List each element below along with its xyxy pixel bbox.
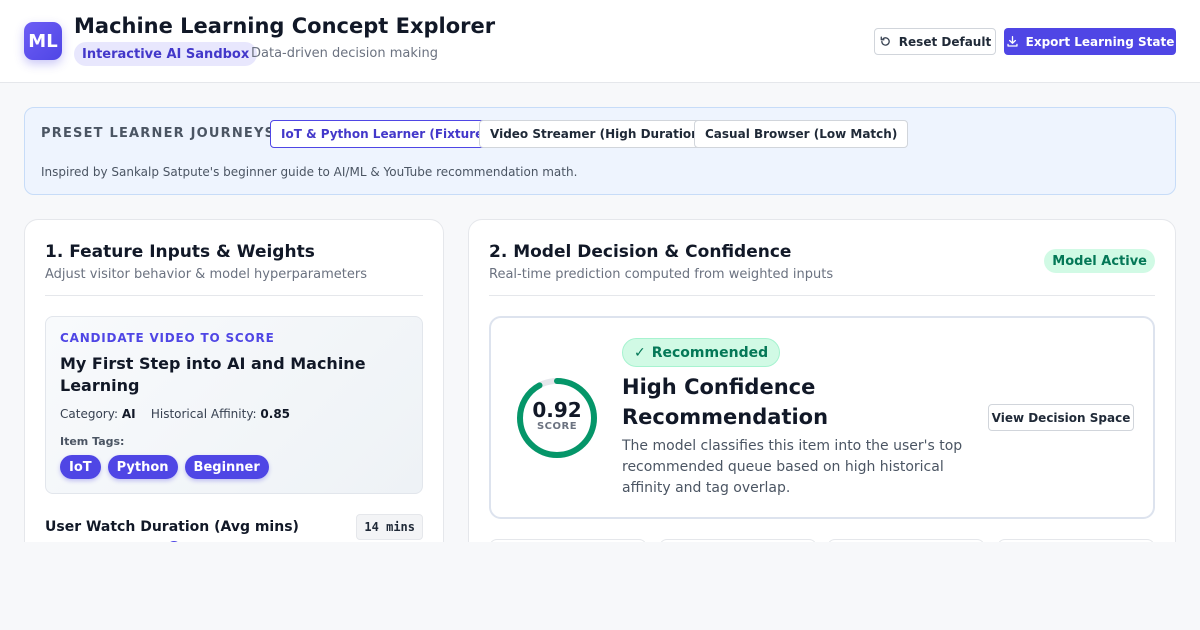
decision-title: 2. Model Decision & Confidence: [489, 242, 792, 262]
inputs-subtitle: Adjust visitor behavior & model hyperpar…: [45, 267, 367, 282]
app-title: Machine Learning Concept Explorer: [74, 14, 496, 38]
export-label: Export Learning State: [1025, 34, 1175, 49]
preset-label: PRESET LEARNER JOURNEYS:: [41, 126, 282, 141]
preset-note: Inspired by Sankalp Satpute's beginner g…: [41, 165, 578, 179]
page-background: [0, 542, 1200, 630]
item-tags-label: Item Tags:: [60, 435, 125, 448]
decision-subtitle: Real-time prediction computed from weigh…: [489, 267, 834, 282]
export-learning-state-button[interactable]: Export Learning State: [1004, 28, 1176, 55]
preset-chip-iot-python[interactable]: IoT & Python Learner (Fixture): [270, 120, 500, 148]
download-icon: [1007, 35, 1018, 47]
candidate-label: CANDIDATE VIDEO TO SCORE: [60, 331, 275, 345]
sandbox-badge: Interactive AI Sandbox: [74, 42, 258, 66]
tag-iot[interactable]: IoT: [60, 455, 101, 479]
candidate-video-panel: CANDIDATE VIDEO TO SCORE My First Step i…: [45, 316, 423, 494]
preset-chip-casual-browser[interactable]: Casual Browser (Low Match): [694, 120, 909, 148]
affinity-value: 0.85: [260, 407, 291, 421]
divider: [489, 295, 1155, 296]
tag-python[interactable]: Python: [107, 455, 178, 479]
check-icon: ✓: [634, 344, 646, 361]
decision-panel: 0.92 SCORE ✓ Recommended High Confidence…: [489, 316, 1155, 519]
decision-description: The model classifies this item into the …: [622, 438, 963, 496]
category-label: Category:: [60, 407, 118, 421]
recommended-label: Recommended: [651, 344, 769, 361]
header-caption: Data-driven decision making: [251, 46, 438, 61]
watch-duration-value: 14 mins: [356, 514, 423, 540]
candidate-meta: Category: AI Historical Affinity: 0.85: [60, 407, 290, 421]
score-value: 0.92: [532, 398, 582, 422]
decision-headline: High Confidence Recommendation: [622, 375, 829, 429]
refresh-icon: [880, 36, 890, 46]
app-header: ML Machine Learning Concept Explorer Int…: [0, 0, 1200, 83]
category-value: AI: [121, 407, 136, 421]
app-logo: ML: [24, 22, 62, 60]
recommended-badge: ✓ Recommended: [622, 338, 781, 367]
score-caption: SCORE: [536, 421, 578, 432]
feature-inputs-card: 1. Feature Inputs & Weights Adjust visit…: [24, 219, 444, 559]
item-tags: IoT Python Beginner: [60, 455, 269, 479]
view-decision-space-button[interactable]: View Decision Space: [988, 404, 1134, 431]
reset-default-label: Reset Default: [898, 34, 992, 49]
reset-default-button[interactable]: Reset Default: [874, 28, 996, 55]
preset-chip-video-streamer[interactable]: Video Streamer (High Duration): [479, 120, 717, 148]
watch-duration-label: User Watch Duration (Avg mins): [45, 519, 299, 535]
affinity-label: Historical Affinity:: [150, 407, 257, 421]
preset-journeys-panel: PRESET LEARNER JOURNEYS: IoT & Python Le…: [24, 107, 1176, 195]
model-active-badge: Model Active: [1044, 249, 1155, 273]
inputs-title: 1. Feature Inputs & Weights: [45, 242, 315, 262]
divider: [45, 295, 423, 296]
tag-beginner[interactable]: Beginner: [184, 455, 269, 479]
model-decision-card: 2. Model Decision & Confidence Real-time…: [468, 219, 1176, 569]
candidate-title: My First Step into AI and Machine Learni…: [60, 354, 366, 395]
